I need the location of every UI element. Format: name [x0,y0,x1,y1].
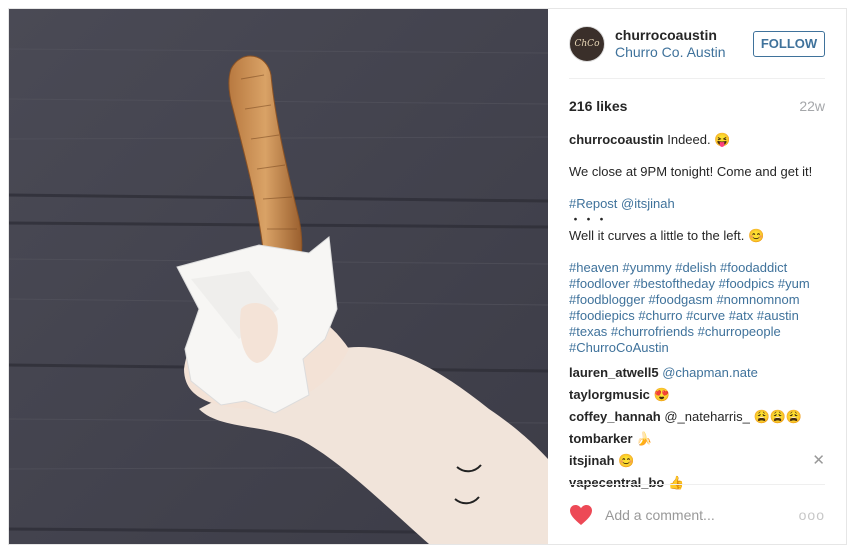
comment-text: @_nateharris_ 😩😩😩 [660,409,802,424]
comments-area: churrocoaustin Indeed. 😝 We close at 9PM… [569,132,825,498]
comment-user[interactable]: tombarker [569,431,633,446]
comment-user[interactable]: lauren_atwell5 [569,365,659,380]
post-header: ChCo churrocoaustin Churro Co. Austin FO… [569,9,825,79]
comment-text: 😍 [649,387,670,402]
comment-user[interactable]: itsjinah [569,453,615,468]
likes-count[interactable]: 216 likes [569,98,627,114]
caption-dots: ・・・ [569,212,609,227]
comment: itsjinah 😊 ✕ [569,450,825,472]
follow-button[interactable]: FOLLOW [753,30,825,57]
caption-repost[interactable]: #Repost @itsjinah [569,196,825,212]
caption-text: Indeed. 😝 [663,132,731,147]
post-sidebar: ChCo churrocoaustin Churro Co. Austin FO… [548,9,846,544]
hashtag-line[interactable]: #foodiepics #churro #curve #atx #austin [569,308,825,324]
caption-line3: Well it curves a little to the left. 😊 [569,228,765,243]
churro-photo [9,9,548,544]
comment-user[interactable]: taylorgmusic [569,387,650,402]
caption-line2: We close at 9PM tonight! Come and get it… [569,164,813,179]
add-comment-input[interactable]: Add a comment... [605,507,799,523]
heart-icon[interactable] [569,504,593,526]
username-link[interactable]: churrocoaustin [615,27,753,44]
comment: taylorgmusic 😍 [569,384,825,406]
profile-names: churrocoaustin Churro Co. Austin [615,27,753,61]
comment-footer: Add a comment... ooo [569,484,825,544]
comment-text[interactable]: @chapman.nate [659,365,758,380]
comment: lauren_atwell5 @chapman.nate [569,362,825,384]
avatar[interactable]: ChCo [569,25,605,62]
hashtag-line[interactable]: #foodblogger #foodgasm #nomnomnom [569,292,825,308]
post-age[interactable]: 22w [799,98,825,114]
avatar-logo-text: ChCo [574,38,600,49]
comment-text: 😊 [614,453,635,468]
comment-text: 🍌 [632,431,653,446]
hashtag-line[interactable]: #texas #churrofriends #churropeople [569,324,825,340]
caption-line1: churrocoaustin Indeed. 😝 [569,132,825,148]
hashtag-line[interactable]: #foodlover #bestoftheday #foodpics #yum [569,276,825,292]
hashtag-line[interactable]: #heaven #yummy #delish #foodaddict [569,260,825,276]
post-photo[interactable] [9,9,548,544]
comment-user[interactable]: coffey_hannah [569,409,661,424]
location-link[interactable]: Churro Co. Austin [615,44,753,61]
close-icon[interactable]: ✕ [812,453,825,469]
post-frame: ChCo churrocoaustin Churro Co. Austin FO… [8,8,847,545]
comment: coffey_hannah @_nateharris_ 😩😩😩 [569,406,825,428]
hashtag-line[interactable]: #ChurroCoAustin [569,340,825,356]
comment: tombarker 🍌 [569,428,825,450]
post-stats: 216 likes 22w [569,79,825,132]
caption-user-link[interactable]: churrocoaustin [569,132,664,147]
more-options-icon[interactable]: ooo [799,507,825,523]
